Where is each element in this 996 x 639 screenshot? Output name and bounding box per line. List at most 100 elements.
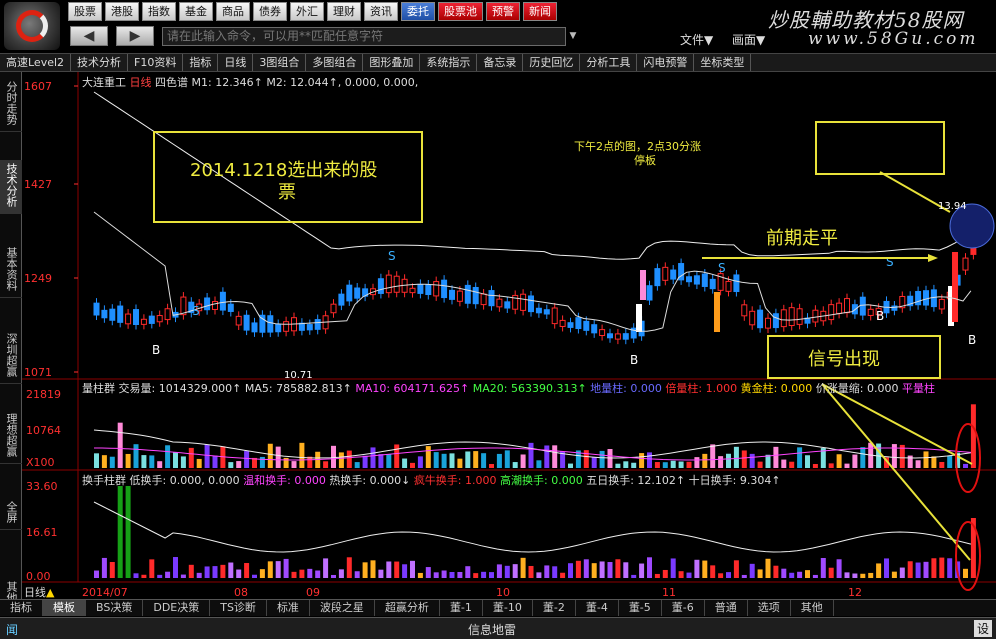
turnover-bar[interactable] xyxy=(125,486,131,578)
turnover-bar[interactable] xyxy=(907,561,913,578)
status-news-icon[interactable]: 闻 xyxy=(6,621,18,638)
volume-bar[interactable] xyxy=(599,450,605,468)
highlight-candle[interactable] xyxy=(640,270,646,300)
volume-bar[interactable] xyxy=(157,461,163,468)
bottom-tab-15[interactable]: 选项 xyxy=(748,600,791,616)
candle-body[interactable] xyxy=(433,281,440,297)
candle-body[interactable] xyxy=(496,298,503,308)
bottom-tab-3[interactable]: DDE决策 xyxy=(143,600,211,616)
volume-bar[interactable] xyxy=(101,455,107,468)
candle-body[interactable] xyxy=(543,309,550,315)
turnover-bar[interactable] xyxy=(560,572,566,578)
turnover-bar[interactable] xyxy=(749,563,755,578)
volume-bar[interactable] xyxy=(402,458,408,468)
volume-bar[interactable] xyxy=(117,422,123,468)
volume-bar[interactable] xyxy=(386,454,392,468)
timeaxis-triangle-icon[interactable]: ▲ xyxy=(46,586,54,599)
candle-body[interactable] xyxy=(528,295,534,313)
highlight-candle[interactable] xyxy=(952,252,958,322)
turnover-bar[interactable] xyxy=(741,574,747,578)
candle-body[interactable] xyxy=(227,303,234,312)
turnover-bar[interactable] xyxy=(820,557,826,578)
turnover-bar[interactable] xyxy=(496,564,502,578)
turnover-bar[interactable] xyxy=(307,568,313,578)
tb-multi[interactable]: 多图组合 xyxy=(306,54,364,71)
candle-body[interactable] xyxy=(654,268,661,287)
bottom-tab-8[interactable]: 董-1 xyxy=(440,600,483,616)
turnover-bar[interactable] xyxy=(220,564,226,578)
candle-body[interactable] xyxy=(559,319,566,327)
turnover-bar[interactable] xyxy=(433,572,439,578)
candle-body[interactable] xyxy=(583,320,590,331)
turnover-bar[interactable] xyxy=(410,560,415,578)
candle-body[interactable] xyxy=(701,273,708,287)
menu-finance[interactable]: 理财 xyxy=(327,2,361,21)
volume-bar[interactable] xyxy=(852,454,858,468)
volume-bar[interactable] xyxy=(196,458,202,468)
volume-bar[interactable] xyxy=(481,453,487,468)
menu-trade[interactable]: 委托 xyxy=(401,2,435,21)
tb-daily[interactable]: 日线 xyxy=(218,54,254,71)
volume-bar[interactable] xyxy=(583,450,589,468)
turnover-bar[interactable] xyxy=(236,569,242,578)
turnover-bar[interactable] xyxy=(457,571,463,578)
candle-body[interactable] xyxy=(614,333,621,340)
turnover-bar[interactable] xyxy=(259,569,265,578)
turnover-bar[interactable] xyxy=(252,574,257,578)
turnover-bar[interactable] xyxy=(876,563,882,578)
turnover-bar[interactable] xyxy=(473,573,479,578)
volume-bar[interactable] xyxy=(710,444,716,468)
volume-bar[interactable] xyxy=(449,453,455,468)
volume-bar[interactable] xyxy=(441,453,447,468)
turnover-bar[interactable] xyxy=(528,565,534,578)
candle-body[interactable] xyxy=(504,301,511,309)
candle-body[interactable] xyxy=(314,319,321,330)
turnover-bar[interactable] xyxy=(283,558,289,578)
volume-bar[interactable] xyxy=(473,451,479,468)
rail-shenzhen[interactable]: 深圳超赢 xyxy=(0,330,22,384)
volume-bar[interactable] xyxy=(805,455,810,468)
candle-body[interactable] xyxy=(622,333,629,340)
volume-bar[interactable] xyxy=(433,452,439,468)
turnover-bar[interactable] xyxy=(378,569,384,578)
volume-bar[interactable] xyxy=(133,444,139,468)
volume-bar[interactable] xyxy=(125,453,131,468)
volume-bar[interactable] xyxy=(686,461,692,468)
turnover-bar[interactable] xyxy=(773,565,779,578)
candle-body[interactable] xyxy=(346,284,353,302)
volume-bar[interactable] xyxy=(670,460,676,468)
turnover-bar[interactable] xyxy=(402,564,408,578)
bottom-tab-10[interactable]: 董-2 xyxy=(533,600,576,616)
turnover-bar[interactable] xyxy=(963,568,968,578)
turnover-bar[interactable] xyxy=(449,572,455,578)
candle-body[interactable] xyxy=(662,266,669,281)
tb-f10[interactable]: F10资料 xyxy=(128,54,184,71)
volume-bar[interactable] xyxy=(828,463,834,468)
volume-bar[interactable] xyxy=(410,462,415,468)
volume-bar[interactable] xyxy=(362,455,368,468)
volume-bar[interactable] xyxy=(741,450,747,468)
turnover-bar[interactable] xyxy=(338,569,344,578)
turnover-bar[interactable] xyxy=(607,562,613,578)
volume-bar[interactable] xyxy=(291,461,297,468)
turnover-bar[interactable] xyxy=(331,574,336,578)
volume-bar[interactable] xyxy=(457,458,463,468)
candle-body[interactable] xyxy=(962,257,969,271)
turnover-bar[interactable] xyxy=(267,561,273,578)
candle-body[interactable] xyxy=(599,329,606,337)
volume-bar[interactable] xyxy=(733,446,739,468)
candle-body[interactable] xyxy=(686,276,692,283)
turnover-bar[interactable] xyxy=(244,563,250,578)
volume-bar[interactable] xyxy=(654,462,660,468)
volume-bar[interactable] xyxy=(180,456,186,468)
volume-bar[interactable] xyxy=(465,451,471,468)
tb-history[interactable]: 历史回忆 xyxy=(523,54,581,71)
volume-bar[interactable] xyxy=(781,459,787,468)
turnover-bar[interactable] xyxy=(931,558,937,578)
menu-commodity[interactable]: 商品 xyxy=(216,2,250,21)
candle-body[interactable] xyxy=(520,293,527,311)
menu-news[interactable]: 资讯 xyxy=(364,2,398,21)
volume-bar[interactable] xyxy=(939,461,945,468)
volume-bar[interactable] xyxy=(773,446,779,468)
candle-body[interactable] xyxy=(828,304,835,321)
